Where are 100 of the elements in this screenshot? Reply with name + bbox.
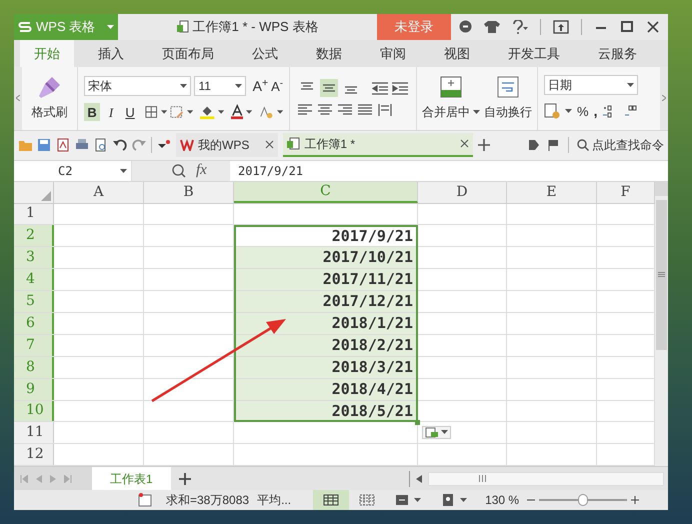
date-cell[interactable]: 2017/10/21	[234, 247, 418, 268]
maximize-icon[interactable]	[620, 20, 634, 34]
paste-options-button[interactable]	[422, 426, 451, 438]
ribbon-tab[interactable]: 视图	[430, 40, 484, 67]
column-header[interactable]: D	[418, 182, 507, 202]
zoom-slider-thumb[interactable]	[578, 494, 588, 506]
row-header[interactable]: 12	[14, 444, 54, 466]
sheet-tab[interactable]: 工作表1	[92, 467, 171, 490]
number-format-dropdown[interactable]: 日期	[544, 74, 638, 95]
caret-icon[interactable]	[187, 110, 194, 114]
zoom-in-icon[interactable]	[631, 496, 640, 504]
font-color-icon[interactable]	[230, 104, 244, 120]
row-header[interactable]: 1	[14, 204, 54, 224]
merge-cells-icon[interactable]	[440, 76, 462, 98]
align-left-icon[interactable]	[298, 103, 312, 118]
undo-icon[interactable]	[113, 138, 127, 152]
view-mode-button[interactable]	[313, 490, 350, 510]
text-style-button[interactable]: B	[84, 102, 100, 121]
merge-center-button[interactable]: 合并居中	[422, 102, 480, 121]
borders-icon[interactable]	[145, 104, 158, 119]
formula-input[interactable]: 2017/9/21	[230, 160, 668, 180]
caret-icon[interactable]	[627, 82, 634, 87]
print-preview-icon[interactable]	[94, 138, 108, 152]
distribute-icon[interactable]	[378, 103, 392, 118]
close-icon[interactable]	[646, 20, 660, 34]
close-tab-icon[interactable]	[265, 140, 274, 150]
add-sheet-icon[interactable]	[178, 472, 191, 485]
save-icon[interactable]	[37, 138, 51, 152]
align-center-icon[interactable]	[318, 103, 332, 118]
date-cell[interactable]: 2017/12/21	[234, 291, 418, 312]
upload-window-icon[interactable]	[553, 20, 569, 34]
paintbrush-icon[interactable]	[38, 75, 62, 100]
caret-icon[interactable]	[120, 168, 127, 172]
close-tab-icon[interactable]	[460, 139, 470, 148]
wps-logo-icon[interactable]	[180, 138, 194, 151]
ribbon-tab[interactable]: 开发工具	[494, 40, 574, 67]
date-cell[interactable]: 2018/2/21	[234, 334, 418, 356]
clear-format-icon[interactable]	[259, 104, 274, 120]
tag-icon[interactable]	[528, 138, 540, 151]
caret-icon[interactable]	[160, 110, 167, 114]
caret-icon[interactable]	[460, 498, 468, 502]
ribbon-tab[interactable]: 开始	[20, 40, 74, 67]
shrink-font-button[interactable]: A$^{-}$	[271, 76, 283, 96]
caret-icon[interactable]	[180, 84, 188, 88]
font-name-dropdown[interactable]: 宋体	[84, 76, 192, 96]
date-cell[interactable]: 2017/11/21	[234, 269, 418, 290]
print-icon[interactable]	[75, 138, 89, 152]
caret-icon[interactable]	[441, 430, 448, 434]
justify-icon[interactable]	[358, 103, 372, 118]
cell-style-icon[interactable]	[170, 104, 184, 119]
text-style-button[interactable]: U	[122, 102, 138, 121]
ribbon-tab[interactable]: 数据	[302, 40, 356, 67]
grow-font-button[interactable]: A$^{+}$	[252, 76, 268, 97]
comma-style-button[interactable]: ,	[594, 100, 598, 122]
scroll-left-icon[interactable]	[416, 474, 422, 483]
font-size-dropdown[interactable]: 11	[194, 76, 246, 96]
caret-icon[interactable]	[414, 498, 422, 502]
command-search-field[interactable]: 点此查找命令	[577, 136, 664, 154]
ribbon-tab[interactable]: 公式	[238, 40, 292, 67]
decrease-decimal-icon[interactable]	[623, 104, 640, 118]
document-tab[interactable]: 我的WPS	[176, 132, 278, 156]
fill-handle[interactable]	[415, 420, 420, 424]
spreadsheet-file-icon[interactable]	[287, 137, 300, 150]
percent-button[interactable]: %	[577, 102, 589, 121]
horizontal-scrollbar[interactable]	[428, 472, 664, 486]
shirt-icon[interactable]	[484, 20, 500, 34]
zoom-formula-icon[interactable]	[172, 164, 186, 178]
caret-icon[interactable]	[276, 110, 283, 114]
flag-icon[interactable]	[548, 138, 560, 151]
caret-icon[interactable]	[234, 84, 242, 88]
text-style-button[interactable]: I	[103, 102, 120, 121]
ribbon-tab[interactable]: 审阅	[366, 40, 420, 67]
caret-icon[interactable]	[246, 110, 252, 114]
column-header[interactable]: E	[507, 182, 597, 202]
row-header[interactable]: 11	[14, 422, 54, 444]
date-cell[interactable]: 2018/3/21	[234, 356, 418, 378]
caret-icon[interactable]	[218, 110, 224, 114]
pdf-icon[interactable]	[56, 138, 70, 152]
currency-format-icon[interactable]	[544, 103, 560, 120]
column-header[interactable]: A	[54, 182, 144, 202]
caret-icon[interactable]	[473, 110, 480, 114]
decrease-indent-icon[interactable]	[372, 81, 388, 96]
cell-status-icon[interactable]	[138, 493, 152, 508]
search-icon[interactable]	[577, 138, 589, 151]
help-icon[interactable]	[512, 20, 528, 34]
increase-indent-icon[interactable]	[392, 81, 408, 96]
align-right-icon[interactable]	[338, 103, 352, 118]
date-cell[interactable]: 2018/4/21	[234, 378, 418, 400]
ribbon-tab[interactable]: 页面布局	[148, 40, 228, 67]
format-painter-button[interactable]: 格式刷	[32, 103, 68, 122]
wrap-text-icon[interactable]	[497, 76, 519, 98]
document-tab[interactable]: 工作簿1 *	[283, 132, 474, 156]
new-tab-icon[interactable]	[478, 138, 490, 151]
caret-icon[interactable]	[565, 109, 572, 114]
scrollbar-thumb[interactable]	[656, 200, 667, 350]
function-label[interactable]: fx	[196, 159, 207, 182]
wrap-text-button[interactable]: 自动换行	[484, 102, 532, 121]
caret-icon[interactable]	[107, 24, 114, 29]
zoom-level[interactable]: 130 %	[485, 491, 520, 510]
vertical-align-button[interactable]	[320, 79, 338, 98]
